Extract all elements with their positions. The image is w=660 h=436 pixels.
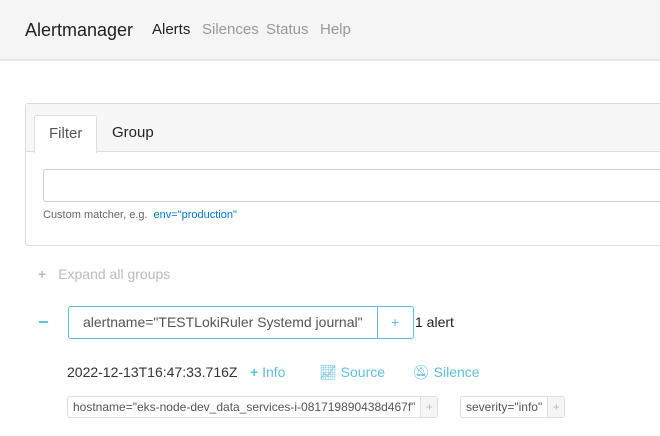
expand-label: Expand all groups bbox=[58, 266, 171, 282]
chart-line-icon: 📈︎ bbox=[319, 364, 341, 380]
alert-timestamp: 2022-12-13T16:47:33.716Z bbox=[67, 364, 238, 380]
bell-slash-icon: 🔕︎ bbox=[412, 364, 434, 380]
source-label: Source bbox=[340, 364, 386, 380]
info-label: Info bbox=[262, 364, 286, 380]
filter-hint: Custom matcher, e.g. env="production" bbox=[43, 209, 237, 221]
nav-help[interactable]: Help bbox=[320, 21, 351, 38]
label-text[interactable]: hostname="eks-node-dev_data_services-i-0… bbox=[68, 397, 422, 417]
group-label: alertname="TESTLokiRuler Systemd journal… bbox=[68, 306, 414, 339]
alert-count: 1 alert bbox=[415, 314, 454, 330]
label-severity: severity="info" + bbox=[460, 396, 566, 418]
filter-tabs: Filter Group bbox=[26, 104, 660, 153]
collapse-group-icon[interactable]: − bbox=[38, 312, 49, 333]
silence-button[interactable]: 🔕︎ Silence bbox=[412, 364, 480, 381]
nav-silences[interactable]: Silences bbox=[202, 21, 259, 38]
source-button[interactable]: 📈︎ Source bbox=[319, 364, 385, 381]
expand-all-groups[interactable]: + Expand all groups bbox=[38, 266, 170, 282]
plus-icon: + bbox=[250, 364, 263, 380]
info-button[interactable]: + Info bbox=[250, 364, 285, 380]
nav-alerts[interactable]: Alerts bbox=[152, 21, 190, 38]
tab-filter[interactable]: Filter bbox=[34, 115, 98, 153]
hint-text: Custom matcher, e.g. bbox=[43, 209, 148, 221]
label-hostname: hostname="eks-node-dev_data_services-i-0… bbox=[67, 396, 439, 418]
filter-card: Filter Group Custom matcher, e.g. env="pr… bbox=[25, 103, 660, 246]
silence-label: Silence bbox=[433, 364, 480, 380]
plus-icon: + bbox=[38, 266, 47, 282]
add-filter-button[interactable]: + bbox=[378, 307, 413, 338]
example-matcher[interactable]: env="production" bbox=[154, 209, 237, 221]
tab-group[interactable]: Group bbox=[98, 115, 168, 153]
filter-input[interactable] bbox=[43, 169, 660, 202]
add-label-filter-button[interactable]: + bbox=[421, 397, 438, 417]
brand[interactable]: Alertmanager bbox=[25, 20, 133, 41]
add-label-filter-button[interactable]: + bbox=[548, 397, 565, 417]
group-label-text[interactable]: alertname="TESTLokiRuler Systemd journal… bbox=[69, 307, 378, 338]
label-text[interactable]: severity="info" bbox=[461, 397, 549, 417]
nav-status[interactable]: Status bbox=[266, 21, 309, 38]
navbar: Alertmanager Alerts Silences Status Help bbox=[0, 0, 660, 61]
